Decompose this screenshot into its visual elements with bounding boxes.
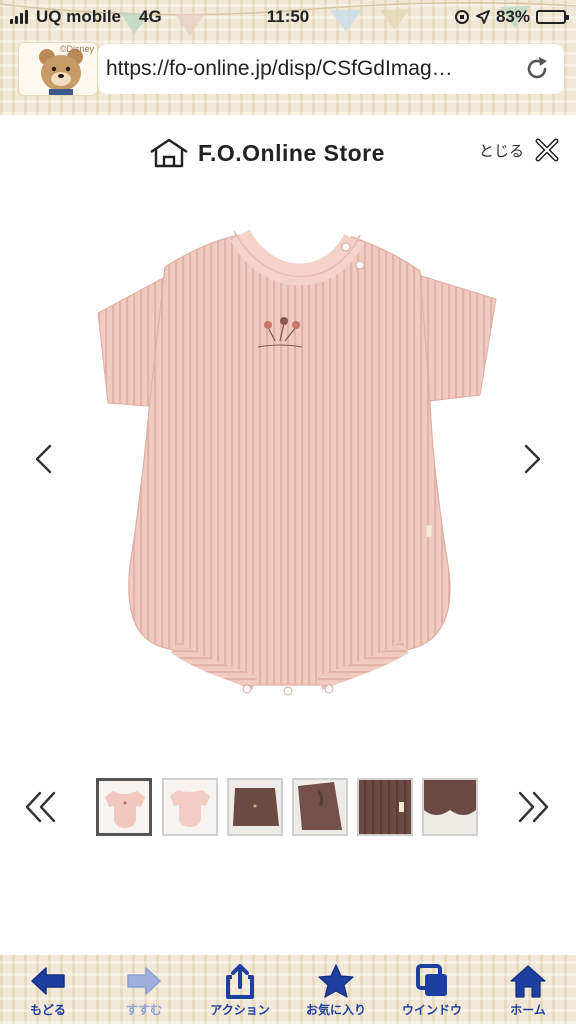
reload-icon[interactable] bbox=[522, 54, 552, 84]
page-header: F.O.Online Store とじる bbox=[0, 115, 576, 195]
prev-image-button[interactable] bbox=[22, 437, 66, 481]
forward-arrow-icon bbox=[127, 967, 161, 995]
orientation-lock-icon bbox=[454, 10, 469, 24]
home-button[interactable]: ホーム bbox=[485, 963, 571, 1018]
brown-detail-thumb bbox=[294, 780, 346, 834]
chevron-right-icon bbox=[524, 444, 541, 474]
location-icon bbox=[476, 10, 490, 24]
chevron-left-icon bbox=[35, 444, 52, 474]
battery-icon bbox=[536, 10, 569, 24]
status-bar: UQ mobile 4G 11:50 83% bbox=[0, 0, 576, 34]
thumbnail-1[interactable] bbox=[96, 778, 152, 836]
close-button[interactable]: とじる bbox=[479, 137, 560, 163]
browser-toolbar: もどる すすむ アクション お気に入り ウインドウ ホーム bbox=[0, 955, 576, 1024]
home-label: ホーム bbox=[510, 1003, 546, 1017]
share-label: アクション bbox=[210, 1003, 270, 1017]
tab-thumbnail-text: ©Disney bbox=[59, 44, 94, 54]
address-bar[interactable]: https://fo-online.jp/disp/CSfGdImag… bbox=[98, 44, 564, 94]
share-button[interactable]: アクション bbox=[197, 963, 283, 1018]
back-label: もどる bbox=[30, 1003, 66, 1017]
windows-button[interactable]: ウインドウ bbox=[389, 963, 475, 1018]
thumbnail-4[interactable] bbox=[292, 778, 348, 836]
back-arrow-icon bbox=[31, 967, 65, 995]
forward-button[interactable]: すすむ bbox=[101, 963, 187, 1018]
thumbnail-strip bbox=[0, 775, 576, 839]
star-icon bbox=[318, 964, 354, 998]
favorites-button[interactable]: お気に入り bbox=[293, 963, 379, 1018]
double-chevron-left-icon[interactable] bbox=[18, 787, 60, 827]
romper-illustration bbox=[97, 229, 497, 696]
status-right: 83% bbox=[454, 7, 569, 27]
home-icon bbox=[510, 965, 546, 998]
brown-rib-thumb bbox=[359, 780, 411, 834]
double-chevron-right-icon[interactable] bbox=[514, 787, 556, 827]
back-button[interactable]: もどる bbox=[5, 963, 91, 1018]
windows-icon bbox=[416, 964, 447, 996]
next-image-button[interactable] bbox=[510, 437, 554, 481]
store-logo[interactable]: F.O.Online Store bbox=[148, 137, 385, 169]
favorites-label: お気に入り bbox=[305, 1003, 366, 1017]
product-image[interactable] bbox=[0, 195, 576, 760]
thumbnail-3[interactable] bbox=[227, 778, 283, 836]
thumbnail-2[interactable] bbox=[162, 778, 218, 836]
windows-label: ウインドウ bbox=[401, 1003, 462, 1017]
house-logo-icon bbox=[150, 138, 188, 168]
share-icon bbox=[226, 964, 254, 999]
brown-hem-thumb bbox=[424, 780, 476, 834]
close-icon bbox=[535, 138, 559, 162]
pink-romper-thumb bbox=[105, 791, 145, 828]
logo-text: F.O.Online Store bbox=[198, 139, 385, 166]
forward-label: すすむ bbox=[125, 1003, 162, 1017]
pink-romper-back-thumb bbox=[170, 790, 210, 827]
tab-thumbnail[interactable]: ©Disney bbox=[18, 42, 98, 96]
thumbnail-5[interactable] bbox=[357, 778, 413, 836]
battery-percent: 83% bbox=[495, 7, 530, 26]
url-text[interactable]: https://fo-online.jp/disp/CSfGdImag… bbox=[106, 57, 522, 81]
browser-chrome: UQ mobile 4G 11:50 83% ©Disney https://f… bbox=[0, 0, 576, 115]
thumbnail-6[interactable] bbox=[422, 778, 478, 836]
close-label: とじる bbox=[478, 142, 524, 160]
brown-romper-thumb bbox=[229, 780, 281, 834]
